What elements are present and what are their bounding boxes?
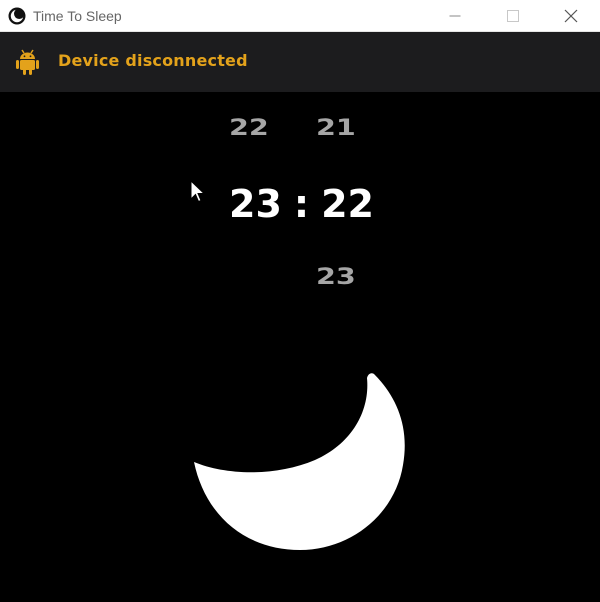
maximize-icon: [507, 10, 519, 22]
app-window: Time To Sleep Device disconnected 22 21 …: [0, 0, 600, 602]
hour-previous[interactable]: 22: [229, 116, 269, 141]
close-button[interactable]: [542, 0, 600, 32]
minute-previous[interactable]: 21: [316, 116, 356, 141]
crescent-moon-icon: [194, 373, 405, 550]
android-icon: [16, 49, 39, 75]
time-picker-current: 23:22: [229, 180, 374, 228]
title-bar[interactable]: Time To Sleep: [0, 0, 600, 32]
mouse-cursor-icon: [190, 180, 206, 203]
minute-next[interactable]: 23: [316, 265, 356, 290]
hour-wheel-selected[interactable]: 23: [229, 180, 282, 228]
maximize-button[interactable]: [484, 0, 542, 32]
minimize-icon: [449, 15, 461, 17]
window-title: Time To Sleep: [33, 7, 122, 24]
app-icon: [8, 7, 26, 24]
minimize-button[interactable]: [426, 0, 484, 32]
connection-status-bar: Device disconnected: [0, 32, 600, 92]
minute-wheel-selected[interactable]: 22: [321, 180, 374, 228]
close-icon: [564, 9, 578, 23]
time-separator: :: [293, 182, 310, 226]
connection-status-text: Device disconnected: [58, 51, 248, 70]
